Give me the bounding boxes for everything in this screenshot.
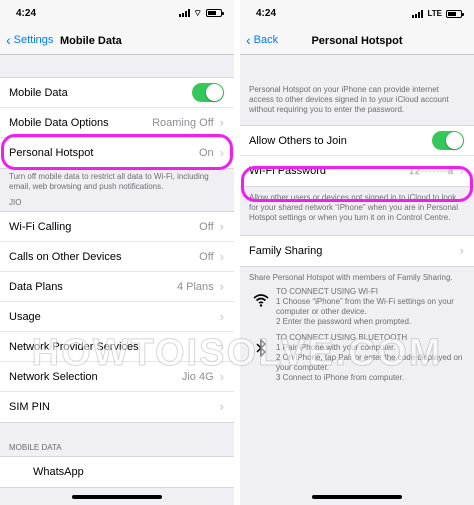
- mobile-data-row: Mobile Data: [0, 78, 234, 108]
- bluetooth-icon: [246, 333, 276, 383]
- home-indicator: [72, 495, 162, 499]
- row-value: Jio 4G: [181, 370, 214, 383]
- nav-bar: ‹ Back Personal Hotspot: [240, 28, 474, 55]
- usage-row[interactable]: Usage ›: [0, 302, 234, 332]
- chevron-right-icon: ›: [219, 145, 224, 160]
- chevron-right-icon: ›: [219, 399, 224, 414]
- row-label: Personal Hotspot: [9, 147, 94, 159]
- wifi-status-icon: ⌔: [193, 8, 202, 18]
- network-provider-services-row[interactable]: Network Provider Services ›: [0, 332, 234, 362]
- row-value: On: [198, 147, 214, 159]
- hotspot-settings-group: Allow Others to Join Wi-Fi Password 12··…: [240, 125, 474, 187]
- row-label: Wi-Fi Password: [249, 165, 327, 177]
- hotspot-intro-text: Personal Hotspot on your iPhone can prov…: [249, 85, 449, 114]
- chevron-left-icon: ‹: [6, 32, 11, 48]
- wifi-connect-instructions: TO CONNECT USING WI-FI 1 Choose “iPhone”…: [240, 283, 474, 329]
- page-title: Personal Hotspot: [311, 35, 403, 47]
- family-sharing-footer: Share Personal Hotspot with members of F…: [249, 273, 453, 282]
- home-indicator: [312, 495, 402, 499]
- personal-hotspot-screen: 4:24 LTE ‹ Back Personal Hotspot Personal…: [240, 0, 474, 505]
- wifi-connect-title: TO CONNECT USING WI-FI: [276, 287, 378, 296]
- network-type: LTE: [427, 9, 442, 18]
- personal-hotspot-row[interactable]: Personal Hotspot On ›: [0, 138, 234, 168]
- bluetooth-connect-step: 1 Pair iPhone with your computer.: [276, 343, 396, 352]
- mobile-data-screen: 4:24 ⌔ ‹ Settings Mobile Data Mobile Data…: [0, 0, 234, 505]
- mobile-data-options-row[interactable]: Mobile Data Options Roaming Off ›: [0, 108, 234, 138]
- chevron-right-icon: ›: [219, 278, 224, 294]
- data-plans-row[interactable]: Data Plans 4 Plans ›: [0, 272, 234, 302]
- page-title: Mobile Data: [60, 35, 122, 47]
- row-label: Mobile Data Options: [9, 116, 109, 129]
- row-value: 4 Plans: [176, 280, 214, 293]
- status-time: 4:24: [16, 8, 37, 19]
- status-bar: 4:24 LTE: [240, 0, 474, 28]
- chevron-right-icon: ›: [219, 368, 224, 384]
- row-label: Family Sharing: [249, 245, 323, 257]
- row-value: Roaming Off: [152, 116, 214, 129]
- chevron-right-icon: ›: [219, 308, 224, 324]
- battery-icon: [206, 9, 224, 17]
- chevron-right-icon: ›: [459, 243, 464, 258]
- apps-group: WhatsApp: [0, 456, 234, 488]
- chevron-right-icon: ›: [459, 163, 464, 178]
- row-label: WhatsApp: [33, 466, 84, 478]
- row-label: Mobile Data: [9, 86, 68, 99]
- row-label: Network Provider Services: [9, 340, 139, 353]
- allow-others-footer: Allow other users or devices not signed …: [249, 193, 458, 222]
- bluetooth-connect-step: 2 On iPhone, tap Pair or enter the code …: [276, 353, 463, 372]
- wifi-password-row[interactable]: Wi-Fi Password 12·······a ›: [240, 156, 474, 186]
- whatsapp-row[interactable]: WhatsApp: [0, 457, 234, 487]
- bluetooth-connect-instructions: TO CONNECT USING BLUETOOTH 1 Pair iPhone…: [240, 329, 474, 385]
- network-selection-row[interactable]: Network Selection Jio 4G ›: [0, 362, 234, 392]
- back-label: Settings: [13, 34, 54, 46]
- chevron-right-icon: ›: [219, 338, 224, 354]
- row-value: Off: [199, 220, 214, 233]
- status-icons: LTE: [412, 9, 464, 18]
- wifi-connect-step: 2 Enter the password when prompted.: [276, 317, 412, 326]
- status-bar: 4:24 ⌔: [0, 0, 234, 28]
- family-sharing-row[interactable]: Family Sharing ›: [240, 236, 474, 266]
- allow-others-toggle[interactable]: [432, 131, 464, 150]
- row-label: SIM PIN: [9, 401, 50, 413]
- bluetooth-connect-title: TO CONNECT USING BLUETOOTH: [276, 333, 408, 342]
- row-label: Calls on Other Devices: [9, 250, 122, 263]
- row-label: Network Selection: [9, 370, 98, 383]
- signal-icon: [178, 9, 190, 17]
- chevron-right-icon: ›: [219, 114, 224, 130]
- section-header-mobile-data: MOBILE DATA: [9, 443, 62, 452]
- allow-others-row: Allow Others to Join: [240, 126, 474, 156]
- bluetooth-connect-step: 3 Connect to iPhone from computer.: [276, 373, 405, 382]
- calls-other-devices-row[interactable]: Calls on Other Devices Off ›: [0, 242, 234, 272]
- wifi-password-value: 12·······a: [408, 165, 454, 177]
- status-time: 4:24: [256, 8, 277, 19]
- carrier-group: Wi-Fi Calling Off › Calls on Other Devic…: [0, 211, 234, 423]
- row-value: Off: [199, 250, 214, 263]
- wifi-icon: [246, 287, 276, 327]
- status-icons: ⌔: [178, 8, 224, 18]
- nav-bar: ‹ Settings Mobile Data: [0, 28, 234, 55]
- mobile-data-group: Mobile Data Mobile Data Options Roaming …: [0, 77, 234, 169]
- wifi-connect-step: 1 Choose “iPhone” from the Wi-Fi setting…: [276, 297, 454, 316]
- wifi-calling-row[interactable]: Wi-Fi Calling Off ›: [0, 212, 234, 242]
- battery-icon: [446, 9, 464, 18]
- signal-icon: [412, 9, 424, 18]
- section-header-jio: JIO: [9, 198, 22, 207]
- row-label: Allow Others to Join: [249, 134, 347, 147]
- row-label: Data Plans: [9, 280, 63, 293]
- mobile-data-toggle[interactable]: [192, 83, 224, 102]
- back-button[interactable]: ‹ Settings: [6, 32, 54, 48]
- family-sharing-group: Family Sharing ›: [240, 235, 474, 267]
- sim-pin-row[interactable]: SIM PIN ›: [0, 392, 234, 422]
- mobile-data-footer: Turn off mobile data to restrict all dat…: [9, 172, 209, 191]
- chevron-right-icon: ›: [219, 248, 224, 264]
- chevron-right-icon: ›: [219, 218, 224, 234]
- row-label: Wi-Fi Calling: [9, 220, 72, 233]
- row-label: Usage: [9, 310, 41, 323]
